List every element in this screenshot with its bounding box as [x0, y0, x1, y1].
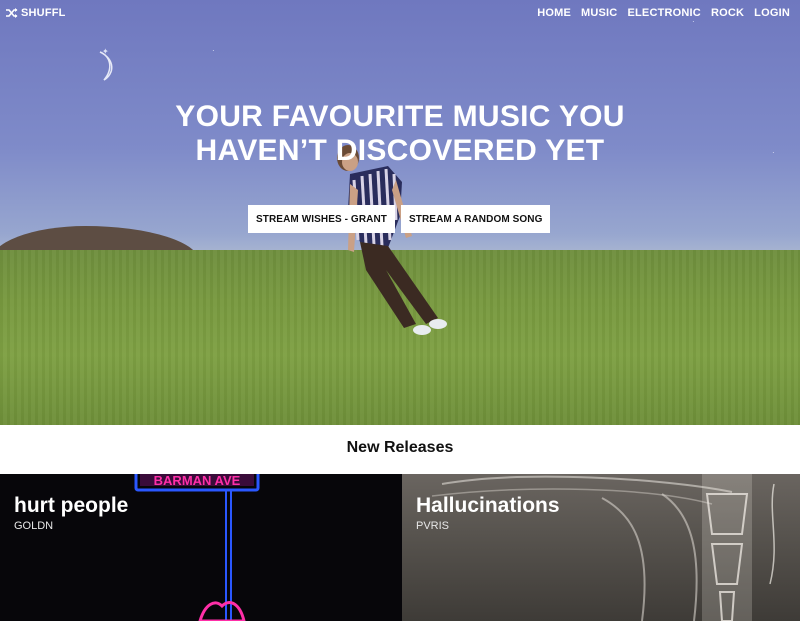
cta-group: STREAM WISHES - GRANT STREAM A RANDOM SO… — [248, 205, 551, 233]
release-card-hallucinations[interactable]: Hallucinations PVRIS — [402, 474, 800, 621]
stream-wishes-button[interactable]: STREAM WISHES - GRANT — [248, 205, 395, 233]
new-releases-heading: New Releases — [346, 439, 454, 456]
star-decoration: · — [772, 148, 775, 157]
moon-icon — [99, 51, 113, 81]
person-figure — [337, 145, 447, 335]
neon-sign-text: BARMAN AVE — [154, 474, 241, 488]
nav-home[interactable]: HOME — [537, 7, 571, 19]
shuffle-icon — [6, 8, 18, 18]
nav-music[interactable]: MUSIC — [581, 7, 617, 19]
release-artist: GOLDN — [14, 520, 54, 532]
release-artist: PVRIS — [416, 520, 450, 532]
stream-random-song-button[interactable]: STREAM A RANDOM SONG — [401, 205, 551, 233]
nav-rock[interactable]: ROCK — [711, 7, 744, 19]
hero-headline: YOUR FAVOURITE MUSIC YOU HAVEN’T DISCOVE… — [100, 100, 700, 168]
nav-login[interactable]: LOGIN — [754, 7, 790, 19]
headline-line-2: HAVEN’T DISCOVERED YET — [195, 134, 605, 167]
headline-line-1: YOUR FAVOURITE MUSIC YOU — [175, 100, 625, 133]
brand-name: SHUFFL — [21, 7, 66, 19]
main-nav: HOME MUSIC ELECTRONIC ROCK LOGIN — [537, 7, 790, 19]
nav-electronic[interactable]: ELECTRONIC — [627, 7, 701, 19]
release-card-hurt-people[interactable]: BARMAN AVE hurt people GOLDN — [0, 474, 402, 621]
brand-logo[interactable]: SHUFFL — [6, 7, 66, 19]
release-title: hurt people — [14, 494, 129, 517]
release-title: Hallucinations — [416, 494, 560, 517]
star-decoration: · — [212, 46, 215, 55]
